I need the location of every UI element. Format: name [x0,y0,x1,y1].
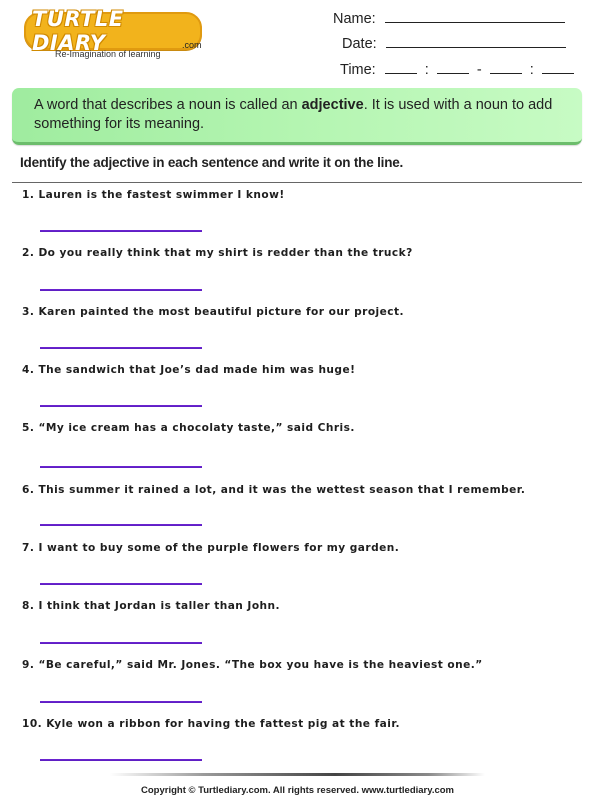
answer-line[interactable] [40,759,202,761]
question-item: 4. The sandwich that Joe’s dad made him … [22,364,355,376]
footer-divider [110,773,485,776]
definition-text-before: A word that describes a noun is called a… [34,97,302,113]
definition-text: A word that describes a noun is called a… [34,96,574,134]
question-item: 6. This summer it rained a lot, and it w… [22,484,525,496]
question-text: “My ice cream has a chocolaty taste,” sa… [38,422,355,434]
logo-wordmark-badge: TURTLE DIARY [24,7,202,55]
question-text: Do you really think that my shirt is red… [38,247,413,259]
answer-line[interactable] [40,405,202,407]
answer-line[interactable] [40,347,202,349]
logo-tagline: Re-Imagination of learning [55,49,161,59]
question-text: “Be careful,” said Mr. Jones. “The box y… [38,659,483,671]
question-number: 6. [22,484,35,496]
answer-line[interactable] [40,289,202,291]
question-text: Kyle won a ribbon for having the fattest… [46,718,400,730]
copyright-notice: Copyright © Turtlediary.com. All rights … [141,785,454,796]
question-item: 7. I want to buy some of the purple flow… [22,542,399,554]
time-row: Time: : - : [340,59,574,78]
question-text: The sandwich that Joe’s dad made him was… [38,364,356,376]
answer-line[interactable] [40,466,202,468]
time-end-hour-field[interactable] [489,59,522,74]
question-item: 3. Karen painted the most beautiful pict… [22,306,404,318]
question-number: 5. [22,422,35,434]
time-start-hour-field[interactable] [384,59,417,74]
time-separator: : [529,62,534,78]
question-number: 3. [22,306,35,318]
question-text: Lauren is the fastest swimmer I know! [38,189,285,201]
answer-line[interactable] [40,583,202,585]
time-label: Time: [340,62,376,78]
instructions: Identify the adjective in each sentence … [20,155,404,170]
answer-line[interactable] [40,230,202,232]
time-separator: : [424,62,429,78]
question-item: 1. Lauren is the fastest swimmer I know! [22,189,285,201]
answer-line[interactable] [40,701,202,703]
answer-line[interactable] [40,642,202,644]
question-number: 8. [22,600,35,612]
answer-line[interactable] [40,524,202,526]
logo-domain-suffix: .com [182,40,202,50]
time-separator: - [476,62,482,78]
logo-wordmark: TURTLE DIARY [32,7,124,55]
date-row: Date: [342,33,566,52]
question-text: This summer it rained a lot, and it was … [38,484,526,496]
name-label: Name: [333,11,376,27]
question-text: Karen painted the most beautiful picture… [38,306,404,318]
time-end-minute-field[interactable] [541,59,574,74]
question-text: I think that Jordan is taller than John. [38,600,281,612]
question-item: 2. Do you really think that my shirt is … [22,247,413,259]
question-number: 1. [22,189,35,201]
question-number: 9. [22,659,35,671]
question-item: 5. “My ice cream has a chocolaty taste,”… [22,422,355,434]
instructions-divider [12,182,582,183]
question-item: 9. “Be careful,” said Mr. Jones. “The bo… [22,659,483,671]
question-item: 10. Kyle won a ribbon for having the fat… [22,718,400,730]
question-item: 8. I think that Jordan is taller than Jo… [22,600,280,612]
time-start-minute-field[interactable] [436,59,469,74]
turtle-diary-logo: TURTLE DIARY .com Re-Imagination of lear… [22,7,202,60]
question-number: 10. [22,718,43,730]
name-row: Name: [333,8,565,27]
date-label: Date: [342,36,377,52]
question-number: 4. [22,364,35,376]
name-field[interactable] [384,8,565,23]
definition-box: A word that describes a noun is called a… [12,88,582,145]
question-number: 7. [22,542,35,554]
question-number: 2. [22,247,35,259]
definition-keyword: adjective [301,97,364,113]
question-text: I want to buy some of the purple flowers… [38,542,400,554]
date-field[interactable] [385,33,566,48]
